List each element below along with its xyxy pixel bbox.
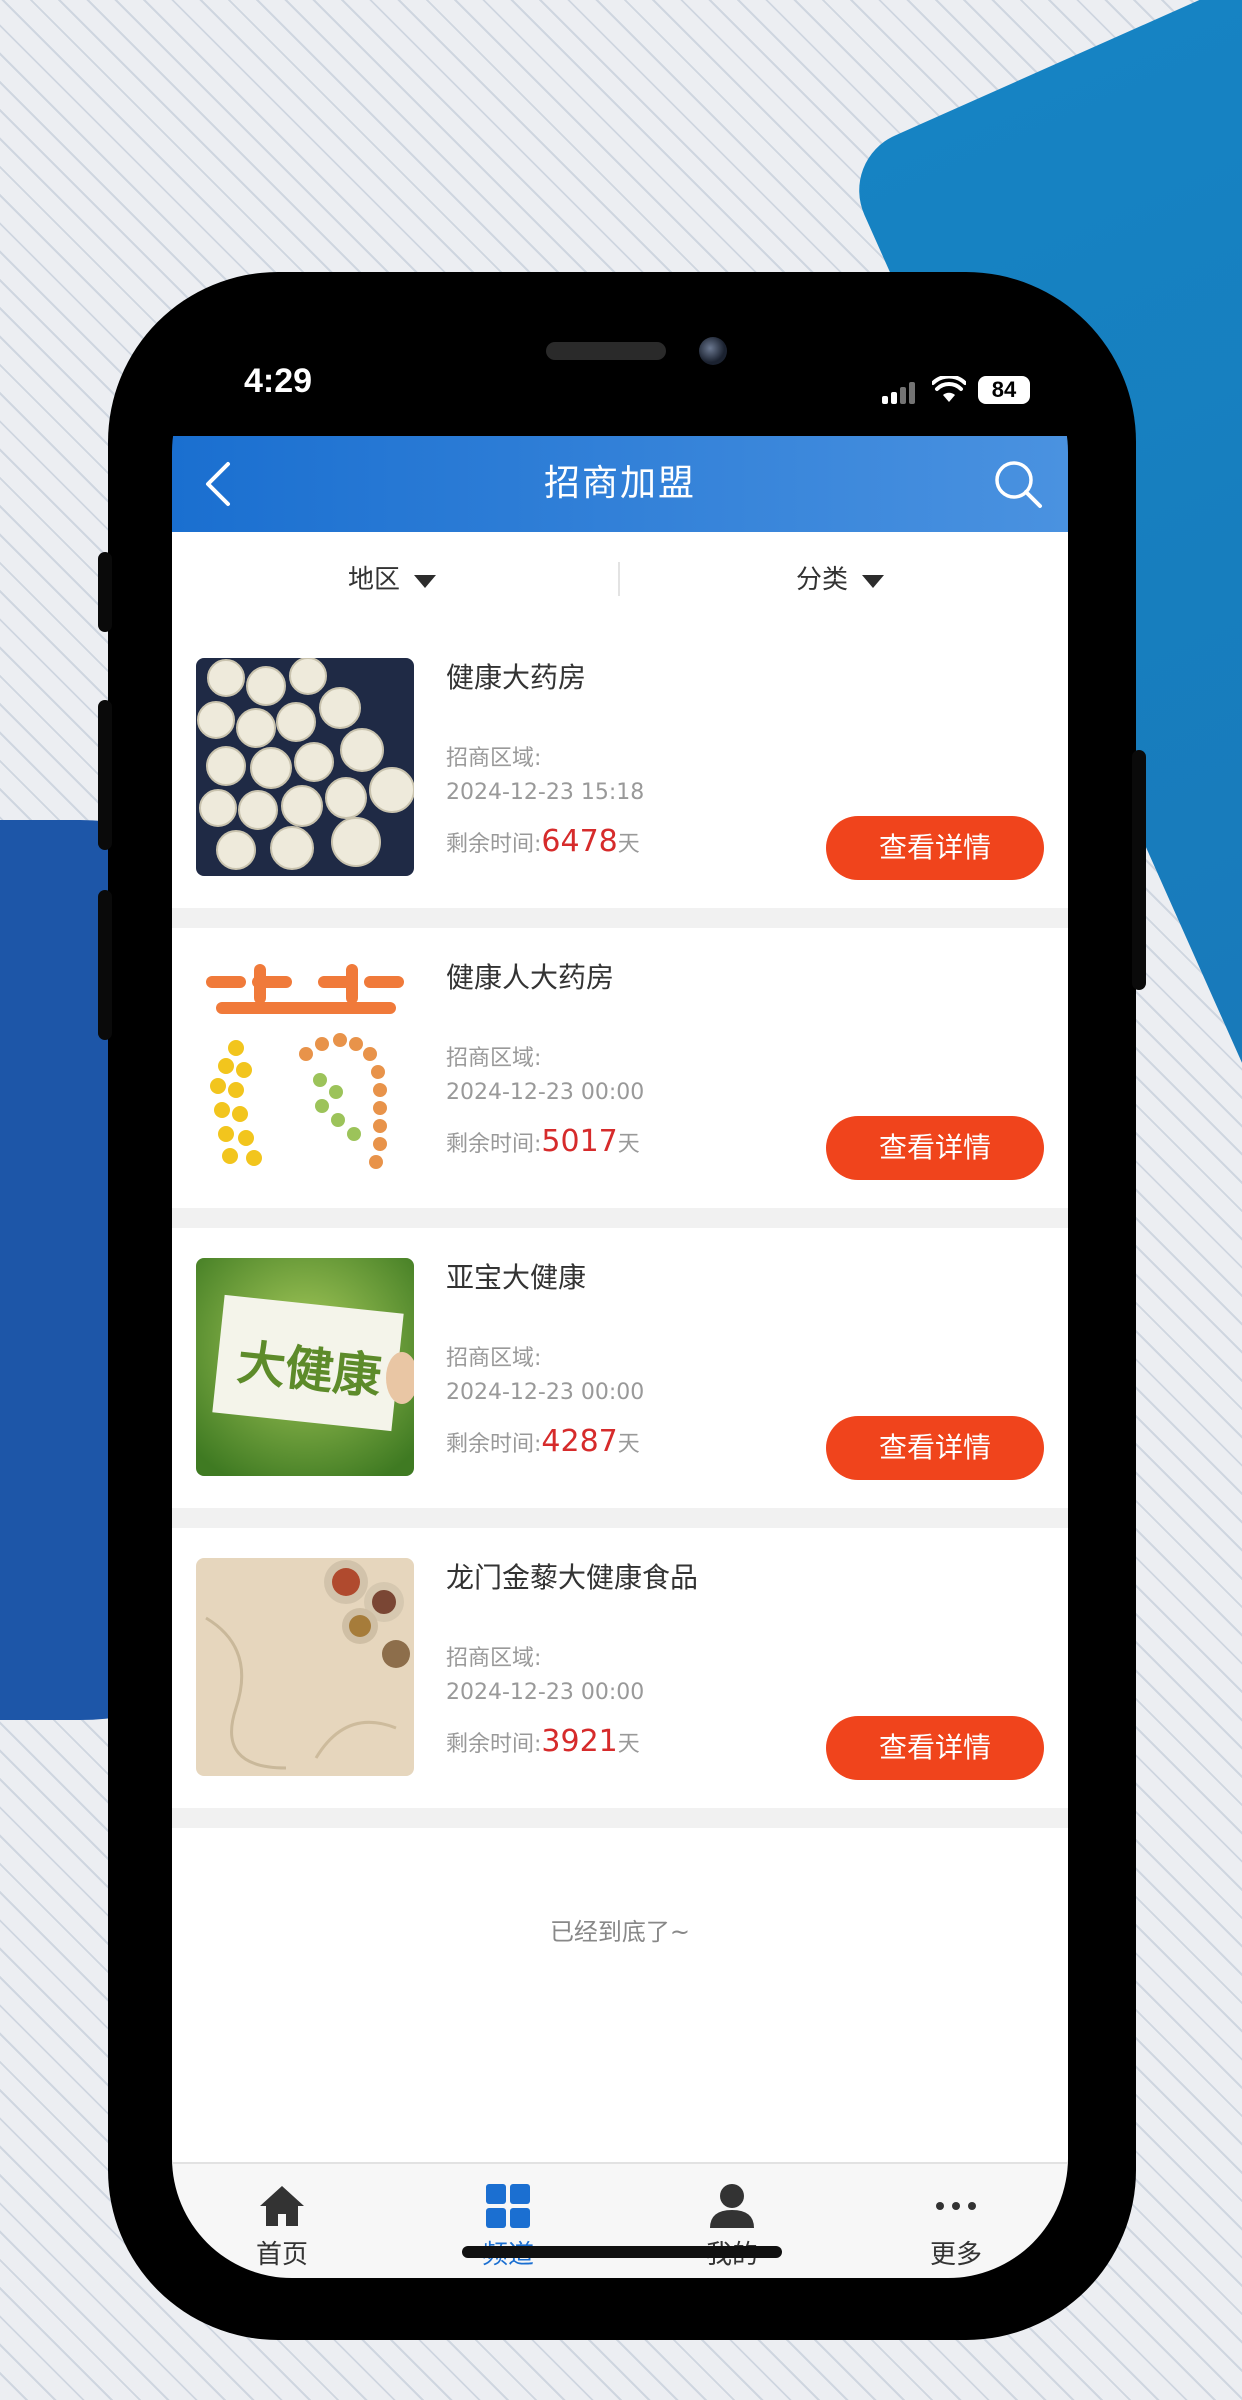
- listing-remaining: 剩余时间:3921天: [446, 1724, 640, 1759]
- side-button-volume-up: [98, 700, 112, 850]
- tab-home-label: 首页: [255, 2240, 308, 2270]
- home-icon: [260, 2186, 304, 2226]
- speaker: [546, 342, 666, 360]
- caret-down-icon: [862, 574, 885, 588]
- list-separator: [172, 1808, 1068, 1828]
- listing-date: 2024-12-23 00:00: [446, 1080, 645, 1105]
- end-of-list-text: 已经到底了~: [549, 1918, 691, 1946]
- remaining-days: 6478: [541, 824, 618, 859]
- remaining-label: 剩余时间:: [446, 1732, 542, 1757]
- listing-region-label: 招商区域:: [446, 746, 542, 771]
- listing-card[interactable]: 龙门金藜大健康食品 招商区域: 2024-12-23 00:00 剩余时间:39…: [172, 1528, 1068, 1808]
- view-details-button[interactable]: 查看详情: [826, 1116, 1044, 1180]
- listing-title: 健康人大药房: [446, 961, 615, 994]
- list-separator: [172, 908, 1068, 928]
- listing-date: 2024-12-23 00:00: [446, 1680, 645, 1705]
- remaining-days: 5017: [541, 1124, 618, 1159]
- home-indicator: [462, 2246, 782, 2258]
- days-unit: 天: [617, 1732, 640, 1757]
- filter-region[interactable]: 地区: [348, 532, 437, 628]
- wifi-icon: [932, 376, 966, 402]
- listing-region-label: 招商区域:: [446, 1346, 542, 1371]
- listing-date: 2024-12-23 00:00: [446, 1380, 645, 1405]
- listing-card[interactable]: 健康人大药房 招商区域: 2024-12-23 00:00 剩余时间:5017天…: [172, 928, 1068, 1208]
- days-unit: 天: [617, 832, 640, 857]
- listing-remaining: 剩余时间:5017天: [446, 1124, 640, 1159]
- tab-channel[interactable]: 频道: [448, 2174, 568, 2274]
- listing-thumbnail: 大健康: [196, 1258, 414, 1476]
- filter-category-label: 分类: [796, 565, 849, 595]
- filter-category[interactable]: 分类: [796, 532, 885, 628]
- phone-screen: 4:29 84 招商加盟 地区 分类 健康大药房 招商区域: 2024-12-2…: [172, 332, 1068, 2278]
- listing-thumbnail: [196, 1558, 414, 1776]
- search-icon[interactable]: [988, 454, 1048, 514]
- battery-icon: 84: [978, 376, 1030, 404]
- remaining-label: 剩余时间:: [446, 1132, 542, 1157]
- side-button-power: [1132, 750, 1146, 990]
- listing-title: 亚宝大健康: [446, 1261, 587, 1294]
- days-unit: 天: [617, 1432, 640, 1457]
- filter-divider: [618, 562, 620, 596]
- content-area: 地区 分类 健康大药房 招商区域: 2024-12-23 15:18 剩余时间:…: [172, 532, 1068, 2162]
- listing-thumbnail: [196, 958, 414, 1176]
- list-separator: [172, 1208, 1068, 1228]
- tab-home[interactable]: 首页: [222, 2174, 342, 2274]
- tab-mine[interactable]: 我的: [672, 2174, 792, 2274]
- listing-date: 2024-12-23 15:18: [446, 780, 645, 805]
- signal-icon: [882, 382, 916, 404]
- listing-remaining: 剩余时间:6478天: [446, 824, 640, 859]
- tab-bar: 首页 频道 我的: [172, 2162, 1068, 2278]
- page-title: 招商加盟: [543, 463, 696, 504]
- tab-more-label: 更多: [929, 2240, 982, 2270]
- grid-icon: [486, 2184, 530, 2228]
- list-separator: [172, 1508, 1068, 1528]
- tab-more[interactable]: 更多: [896, 2174, 1016, 2274]
- remaining-label: 剩余时间:: [446, 832, 542, 857]
- view-details-button[interactable]: 查看详情: [826, 1416, 1044, 1480]
- listing-card[interactable]: 健康大药房 招商区域: 2024-12-23 15:18 剩余时间:6478天 …: [172, 628, 1068, 908]
- more-icon: [936, 2202, 976, 2210]
- status-time: 4:29: [244, 362, 313, 400]
- listing-remaining: 剩余时间:4287天: [446, 1424, 640, 1459]
- remaining-days: 4287: [541, 1424, 618, 1459]
- remaining-label: 剩余时间:: [446, 1432, 542, 1457]
- user-icon: [710, 2184, 754, 2228]
- listing-thumbnail: [196, 658, 414, 876]
- camera: [699, 337, 727, 365]
- filter-bar: 地区 分类: [172, 532, 1068, 630]
- header-bar: 招商加盟: [172, 436, 1068, 532]
- listing-card[interactable]: 大健康 亚宝大健康 招商区域: 2024-12-23 00:00 剩余时间:42…: [172, 1228, 1068, 1508]
- listing-region-label: 招商区域:: [446, 1046, 542, 1071]
- filter-region-label: 地区: [348, 565, 401, 595]
- view-details-button[interactable]: 查看详情: [826, 816, 1044, 880]
- remaining-days: 3921: [541, 1724, 618, 1759]
- side-button-volume-down: [98, 890, 112, 1040]
- view-details-button[interactable]: 查看详情: [826, 1716, 1044, 1780]
- caret-down-icon: [414, 574, 437, 588]
- side-button-mute: [98, 552, 112, 632]
- listing-title: 健康大药房: [446, 661, 587, 694]
- days-unit: 天: [617, 1132, 640, 1157]
- listing-region-label: 招商区域:: [446, 1646, 542, 1671]
- listing-title: 龙门金藜大健康食品: [446, 1561, 699, 1594]
